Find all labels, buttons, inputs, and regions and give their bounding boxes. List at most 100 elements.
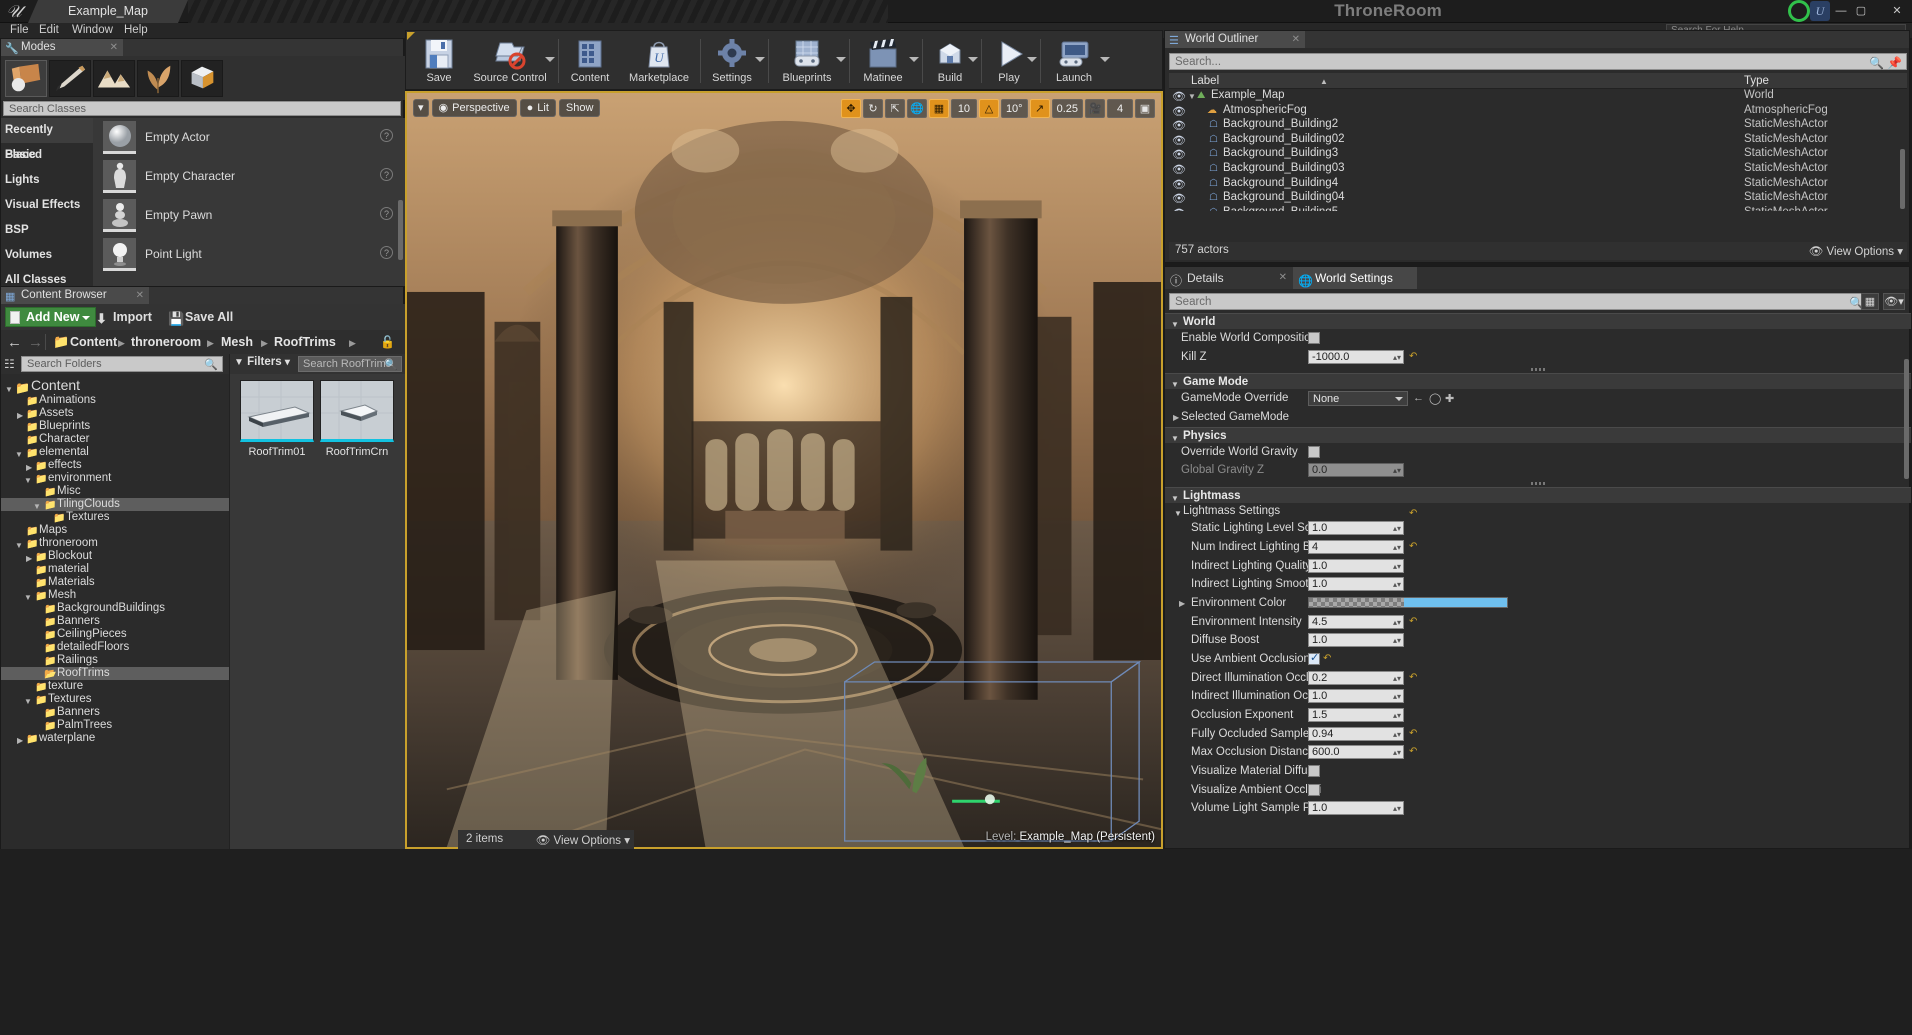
close-icon[interactable]: ✕ xyxy=(110,39,118,56)
camera-speed-icon[interactable]: 🎥 xyxy=(1085,99,1105,118)
toolbar-source-control-button[interactable]: Source Control xyxy=(464,33,556,89)
view-options-button[interactable]: 👁 View Options ▾ xyxy=(1809,244,1903,258)
viewport-show-menu[interactable]: Show xyxy=(558,99,601,117)
tree-item-backgroundbuildings[interactable]: 📁 BackgroundBuildings xyxy=(1,602,229,615)
geometry-editing-mode-button[interactable] xyxy=(181,60,223,97)
spinner-icon[interactable]: ▴▾ xyxy=(1393,578,1401,591)
reset-to-default-icon[interactable]: ↶ xyxy=(1409,541,1417,552)
fully-occluded-samples-fraction-input[interactable]: 0.94 ▴▾ xyxy=(1308,726,1404,741)
table-row[interactable]: 👁 ☖ Background_Building3 StaticMeshActor xyxy=(1169,147,1907,162)
tab-world-settings[interactable]: 🌐 World Settings xyxy=(1293,267,1417,289)
angle-snap-toggle[interactable]: △ xyxy=(978,99,999,118)
direct-illumination-occlusion-fraction-input[interactable]: 0.2 ▴▾ xyxy=(1308,670,1404,685)
visibility-eye-icon[interactable]: 👁 xyxy=(1172,148,1186,161)
column-label[interactable]: Label xyxy=(1191,73,1219,89)
search-assets-input[interactable]: Search RoofTrims 🔍 xyxy=(298,356,402,372)
launch-chevron-down-icon[interactable] xyxy=(1100,57,1110,62)
place-mode-button[interactable] xyxy=(5,60,47,97)
translate-gizmo-toggle[interactable]: ✥ xyxy=(840,99,861,118)
tree-item-palmtrees[interactable]: 📁 PalmTrees xyxy=(1,719,229,732)
tree-item-materials[interactable]: 📁 Materials xyxy=(1,576,229,589)
override-world-gravity-checkbox[interactable] xyxy=(1308,445,1320,458)
list-item[interactable]: Empty Character ? xyxy=(93,157,405,196)
paint-mode-button[interactable] xyxy=(49,60,91,97)
chevron-right-icon[interactable]: ▶ xyxy=(1173,413,1179,422)
viewport-view-mode[interactable]: ● Lit xyxy=(519,99,556,117)
play-chevron-down-icon[interactable] xyxy=(1027,57,1037,62)
enable-world-composition-checkbox[interactable] xyxy=(1308,332,1320,344)
help-icon[interactable]: ? xyxy=(380,129,393,142)
occlusion-exponent-input[interactable]: 1.5 ▴▾ xyxy=(1308,708,1404,722)
spinner-icon[interactable]: ▴▾ xyxy=(1393,690,1401,703)
scale-snap-value[interactable]: 0.25 xyxy=(1051,99,1083,118)
scale-gizmo-toggle[interactable]: ⇱ xyxy=(884,99,905,118)
tree-item-blockout[interactable]: ▶ 📁 Blockout xyxy=(1,550,229,563)
maximize-button[interactable]: ▢ xyxy=(1852,2,1870,20)
tab-content-browser[interactable]: ▦ Content Browser ✕ xyxy=(1,287,149,304)
section-physics[interactable]: ▼ Physics xyxy=(1165,426,1911,443)
environment-color-swatch[interactable] xyxy=(1308,596,1508,608)
toolbar-launch-button[interactable]: Launch xyxy=(1043,33,1105,89)
spinner-icon[interactable]: ▴▾ xyxy=(1393,560,1401,573)
visibility-eye-icon[interactable]: 👁 xyxy=(1172,119,1186,132)
category-visual-effects[interactable]: Visual Effects xyxy=(1,193,93,218)
coordinate-system-toggle[interactable]: 🌐 xyxy=(906,99,927,118)
details-search-input[interactable]: Search 🔍 xyxy=(1169,293,1869,310)
tree-item-maps[interactable]: 📁 Maps xyxy=(1,524,229,537)
tree-item-rooftrims[interactable]: 📂 RoofTrims xyxy=(1,667,229,680)
reset-to-default-icon[interactable]: ↶ xyxy=(1409,746,1417,757)
browse-icon[interactable]: ◯ xyxy=(1429,392,1441,405)
tree-item-banners-2[interactable]: 📁 Banners xyxy=(1,706,229,719)
tree-item-material[interactable]: 📁 material xyxy=(1,563,229,576)
spinner-icon[interactable]: ▴▾ xyxy=(1393,728,1401,741)
toolbar-matinee-button[interactable]: Matinee xyxy=(852,33,914,89)
tab-details[interactable]: ⓘ Details ✕ xyxy=(1165,267,1293,289)
nav-back-icon[interactable]: ← xyxy=(7,334,22,351)
breadcrumb-rooftrims[interactable]: RoofTrims xyxy=(274,333,336,351)
table-row[interactable]: 👁 ☖ Background_Building2 StaticMeshActor xyxy=(1169,118,1907,133)
indirect-illumination-occlusion-fraction-input[interactable]: 1.0 ▴▾ xyxy=(1308,689,1404,704)
tree-item-content[interactable]: ▼ 📁 Content xyxy=(1,376,229,395)
close-icon[interactable]: ✕ xyxy=(136,287,144,304)
num-indirect-lighting-bounces-input[interactable]: 4 ▴▾ xyxy=(1308,539,1404,554)
world-outliner-search-input[interactable]: Search... 🔍 📌 xyxy=(1169,53,1907,70)
save-all-button[interactable]: 💾 Save All xyxy=(168,307,233,327)
category-recently-placed[interactable]: Recently Placed xyxy=(1,118,93,161)
reset-to-default-icon[interactable]: ↶ xyxy=(1323,653,1331,664)
spinner-icon[interactable]: ▴▾ xyxy=(1393,351,1401,364)
chevron-right-icon[interactable]: ▶ xyxy=(1179,599,1185,608)
pin-icon[interactable]: 📌 xyxy=(1887,55,1902,71)
document-tab[interactable]: Example_Map xyxy=(28,0,188,23)
indirect-lighting-smoothness-input[interactable]: 1.0 ▴▾ xyxy=(1308,577,1404,592)
tree-item-tilingclouds[interactable]: ▼ 📁 TilingClouds xyxy=(1,498,229,511)
landscape-mode-button[interactable] xyxy=(93,60,135,97)
max-occlusion-distance-input[interactable]: 600.0 ▴▾ xyxy=(1308,745,1404,760)
tree-item-textures[interactable]: 📁 Textures xyxy=(1,511,229,524)
reset-to-default-icon[interactable]: ↶ xyxy=(1409,672,1417,683)
spinner-icon[interactable]: ▴▾ xyxy=(1393,802,1401,815)
maximize-viewport-toggle[interactable]: ▣ xyxy=(1135,99,1155,118)
toolbar-content-button[interactable]: Content xyxy=(561,33,619,89)
menu-help[interactable]: Help xyxy=(118,23,154,38)
asset-tile-rooftrimcrn[interactable]: RoofTrimCrn xyxy=(320,380,394,458)
reset-to-default-icon[interactable]: ↶ xyxy=(1409,351,1417,362)
table-row[interactable]: 👁 ☖ Background_Building03 StaticMeshActo… xyxy=(1169,162,1907,177)
table-row[interactable]: 👁 ☖ Background_Building02 StaticMeshActo… xyxy=(1169,133,1907,148)
reset-to-default-icon[interactable]: ↶ xyxy=(1409,728,1417,739)
category-basic[interactable]: Basic xyxy=(1,143,93,168)
section-resize-grip[interactable] xyxy=(1165,366,1911,373)
settings-chevron-down-icon[interactable] xyxy=(755,57,765,62)
spinner-icon[interactable]: ▴▾ xyxy=(1393,616,1401,629)
list-item[interactable]: Point Light ? xyxy=(93,235,405,274)
diffuse-boost-input[interactable]: 1.0 ▴▾ xyxy=(1308,633,1404,648)
foliage-mode-button[interactable] xyxy=(137,60,179,97)
table-row[interactable]: 👁 ☁ AtmosphericFog AtmosphericFog xyxy=(1169,104,1907,119)
visibility-eye-icon[interactable]: 👁 xyxy=(1172,90,1186,103)
tree-item-environment[interactable]: ▼ 📁 environment xyxy=(1,472,229,485)
import-button[interactable]: ⬇ Import xyxy=(96,307,152,327)
camera-speed-value[interactable]: 4 xyxy=(1107,99,1133,118)
visualize-material-diffuse-checkbox[interactable] xyxy=(1308,765,1320,778)
category-bsp[interactable]: BSP xyxy=(1,218,93,243)
tree-item-railings[interactable]: 📁 Railings xyxy=(1,654,229,667)
spinner-icon[interactable]: ▴▾ xyxy=(1393,522,1401,535)
